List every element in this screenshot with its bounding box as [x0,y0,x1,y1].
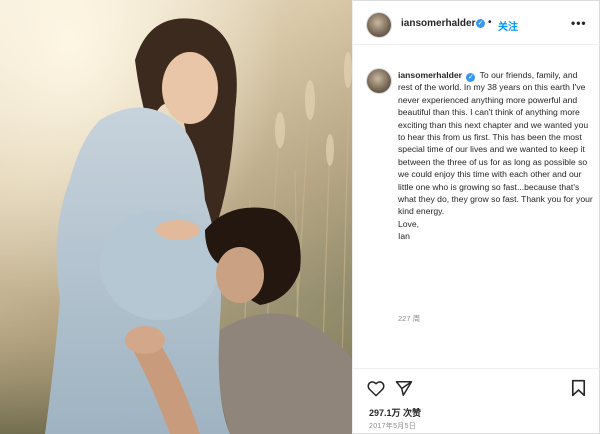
caption-time-ago: 227 周 [398,314,421,323]
post-header: iansomerhalder ✓ • 关注 ••• [353,0,600,45]
action-bar [353,368,600,408]
follow-button[interactable]: 关注 [498,18,518,33]
header-separator: • [488,17,492,28]
avatar[interactable] [367,13,391,37]
verified-badge-icon: ✓ [476,19,485,28]
post-photo[interactable] [0,0,352,434]
post-panel: iansomerhalder ✓ • 关注 ••• iansomerhalder… [352,0,600,434]
paper-plane-icon[interactable] [395,380,413,397]
caption-sign-off-1: Love, [398,218,420,229]
header-username[interactable]: iansomerhalder [401,18,475,29]
caption-sign-off-2: Ian [398,231,410,242]
caption-verified-badge-icon: ✓ [466,73,476,82]
likes-count[interactable]: 297.1万 次赞 [369,406,421,419]
bookmark-icon[interactable] [571,379,586,397]
caption-text: To our friends, family, and rest of the … [398,70,593,217]
caption: iansomerhalder ✓ To our friends, family,… [398,69,594,243]
more-options-icon[interactable]: ••• [571,16,587,30]
heart-icon[interactable] [367,380,385,397]
photo-illustration [0,0,352,434]
caption-avatar[interactable] [367,69,391,93]
caption-username[interactable]: iansomerhalder [398,70,462,80]
post-date: 2017年5月5日 [369,423,417,430]
